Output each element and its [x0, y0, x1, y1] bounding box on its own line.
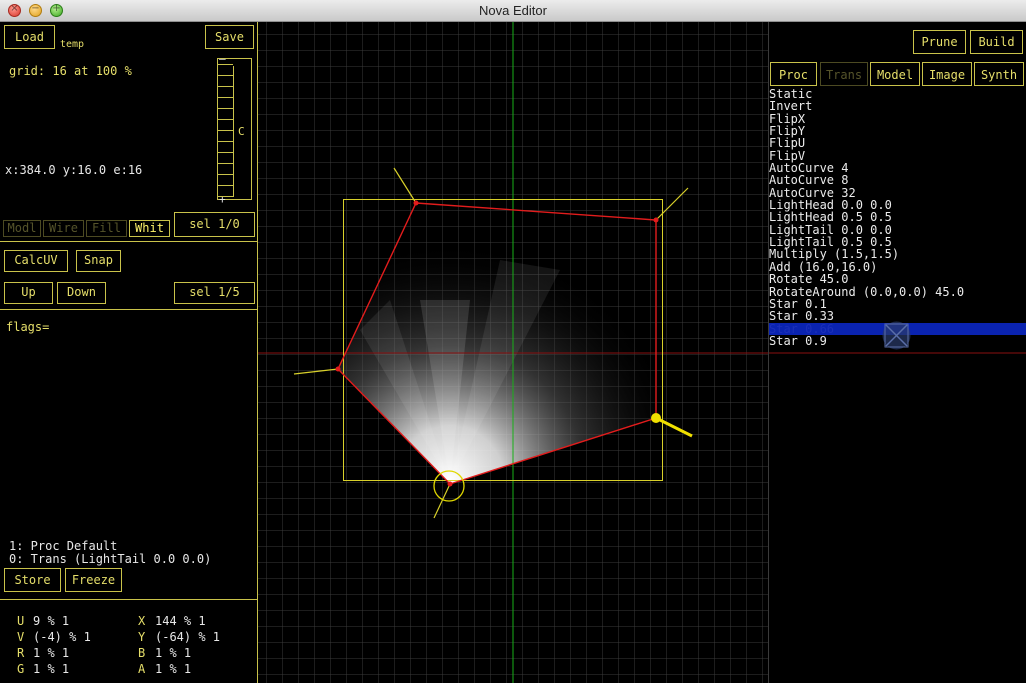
transform-item[interactable]: AutoCurve 8	[769, 174, 1026, 186]
left-divider	[0, 599, 258, 600]
v-param-label: V	[17, 630, 25, 644]
b-param-value[interactable]: 1 % 1	[155, 647, 191, 660]
file-name-label: temp	[60, 39, 85, 50]
view-mode-fill-button[interactable]: Fill	[86, 220, 127, 237]
transform-list: Static Invert FlipX FlipY FlipU FlipV Au…	[769, 88, 1026, 347]
move-down-button[interactable]: Down	[57, 282, 106, 304]
tab-trans[interactable]: Trans	[820, 62, 868, 86]
selection-count-top[interactable]: sel 1/0	[174, 212, 255, 237]
r-param-value[interactable]: 1 % 1	[33, 647, 69, 660]
window-title: Nova Editor	[479, 3, 547, 18]
left-divider	[0, 241, 258, 242]
tab-synth[interactable]: Synth	[974, 62, 1024, 86]
calcuv-button[interactable]: CalcUV	[4, 250, 68, 272]
vertex-handle[interactable]	[335, 366, 341, 372]
selection-count-mid[interactable]: sel 1/5	[174, 282, 255, 304]
transform-item[interactable]: FlipU	[769, 137, 1026, 149]
transform-item[interactable]: Multiply (1.5,1.5)	[769, 248, 1026, 260]
vertex-handle[interactable]	[413, 200, 419, 206]
cursor-coordinates: x:384.0 y:16.0 e:16	[5, 163, 143, 177]
y-param-label: Y	[138, 630, 146, 644]
x-param-value[interactable]: 144 % 1	[155, 615, 206, 628]
tab-proc[interactable]: Proc	[770, 62, 817, 86]
transform-item[interactable]: FlipX	[769, 113, 1026, 125]
load-button[interactable]: Load	[4, 25, 55, 49]
vertex-handle-selected[interactable]	[651, 413, 661, 423]
x-param-label: X	[138, 614, 146, 628]
history-item[interactable]: 0: Trans (LightTail 0.0 0.0)	[9, 553, 211, 566]
a-param-value[interactable]: 1 % 1	[155, 663, 191, 676]
transform-item[interactable]: Rotate 45.0	[769, 273, 1026, 285]
vertex-handle[interactable]	[653, 217, 659, 223]
vertex-handle[interactable]	[447, 481, 453, 487]
u-param-label: U	[17, 614, 25, 628]
view-mode-white-button[interactable]: Whit	[129, 220, 170, 237]
v-param-value[interactable]: (-4) % 1	[33, 631, 91, 644]
r-param-label: R	[17, 646, 25, 660]
transform-item[interactable]: RotateAround (0.0,0.0) 45.0	[769, 285, 1026, 298]
freeze-button[interactable]: Freeze	[65, 568, 122, 592]
flags-label: flags=	[6, 320, 50, 334]
title-bar: × − + Nova Editor	[0, 0, 1026, 22]
view-mode-model-button[interactable]: Modl	[3, 220, 41, 237]
transform-item[interactable]: FlipY	[769, 125, 1026, 137]
transform-preview-icon	[882, 321, 911, 350]
slider-center-label: C	[238, 125, 245, 138]
snap-button[interactable]: Snap	[76, 250, 121, 272]
slider-divider	[233, 66, 234, 197]
a-param-label: A	[138, 662, 146, 676]
transform-item[interactable]: LightHead 0.5 0.5	[769, 211, 1026, 223]
g-param-value[interactable]: 1 % 1	[33, 663, 69, 676]
save-button[interactable]: Save	[205, 25, 254, 49]
transform-item[interactable]: Invert	[769, 100, 1026, 112]
tab-model[interactable]: Model	[870, 62, 920, 86]
build-button[interactable]: Build	[970, 30, 1023, 54]
grid-status: grid: 16 at 100 %	[9, 64, 132, 78]
y-param-value[interactable]: (-64) % 1	[155, 631, 220, 644]
slider-ticks	[218, 64, 233, 197]
move-up-button[interactable]: Up	[4, 282, 53, 304]
u-param-value[interactable]: 9 % 1	[33, 615, 69, 628]
left-divider	[0, 309, 258, 310]
prune-button[interactable]: Prune	[913, 30, 966, 54]
tab-image[interactable]: Image	[922, 62, 972, 86]
g-param-label: G	[17, 662, 25, 676]
view-mode-wire-button[interactable]: Wire	[43, 220, 84, 237]
b-param-label: B	[138, 646, 146, 660]
store-button[interactable]: Store	[4, 568, 61, 592]
